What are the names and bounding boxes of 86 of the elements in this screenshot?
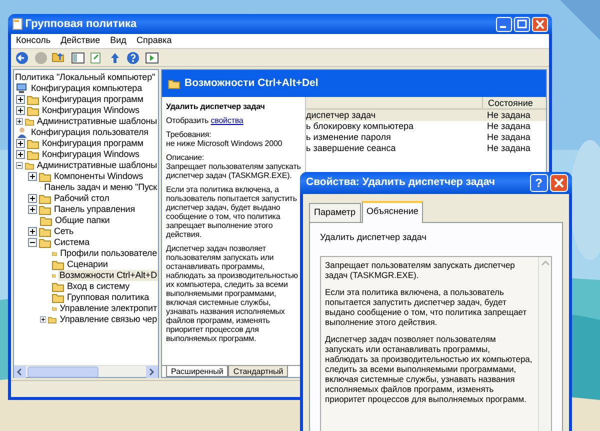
panel-title: Возможности Ctrl+Alt+Del xyxy=(184,76,318,91)
policy-name: Удалить диспетчер задач xyxy=(320,230,428,244)
description-text: Если эта политика включена, а пользователь попытается запустить диспетчер задач, будет выдано сообщение о том, что политика запрещает выполнение этого действия. xyxy=(166,185,298,239)
view-tab[interactable]: Стандартный xyxy=(228,366,288,377)
back-icon[interactable] xyxy=(15,50,29,64)
expand-icon[interactable] xyxy=(16,139,25,148)
policy-state: Не задана xyxy=(486,132,532,143)
tree-item[interactable]: Конфигурация пользователя xyxy=(30,127,150,138)
list-row[interactable]: ь изменение пароля Не задана xyxy=(306,132,546,143)
dialog-tab[interactable]: Объяснение xyxy=(362,201,424,222)
list-row[interactable]: диспетчер задач Не задана xyxy=(306,110,546,121)
properties-link[interactable]: свойства xyxy=(210,116,244,125)
expand-icon[interactable] xyxy=(16,106,25,115)
expand-icon[interactable] xyxy=(28,205,37,214)
policy-name: ь завершение сеанса xyxy=(306,143,397,154)
explanation-text: Если эта политика включена, а пользователь попытается запустить диспетчер задач, будет выдано сообщение о том, что политика запрещает выполнение этого действия. xyxy=(325,287,528,327)
maximize-icon[interactable] xyxy=(514,16,530,32)
tree-item[interactable]: Вход в систему xyxy=(66,281,131,292)
close-icon[interactable] xyxy=(550,174,568,192)
explanation-text: Диспетчер задач позволяет пользователям запускать или останавливать программы, наблюдать за производительностью их компьютера, следить за всеми выполняемыми программами, включая системные службы, узнавать названия исполняемых файлов программ, изменять приоритет процессов для выполняемых программ. xyxy=(325,334,534,404)
tree-item[interactable]: Возможности Ctrl+Alt+D xyxy=(58,270,158,281)
tree-item[interactable]: Административные шаблоны xyxy=(36,160,158,171)
tree-item[interactable]: Панель управления xyxy=(53,204,136,215)
window-title: Групповая политика xyxy=(25,16,138,32)
tree-item[interactable]: Система xyxy=(53,237,91,248)
view-tab[interactable]: Расширенный xyxy=(166,366,228,377)
tree-item[interactable]: Конфигурация программ xyxy=(41,94,144,105)
column-header[interactable]: Состояние xyxy=(482,97,546,108)
description-text: Запрещает пользователям запускать диспетчер задач (TASKMGR.EXE). xyxy=(166,162,302,180)
tree-item[interactable]: Конфигурация Windows xyxy=(41,105,140,116)
tree-item[interactable]: Политика "Локальный компьютер" xyxy=(14,72,156,83)
list-row[interactable]: ь блокировку компьютера Не задана xyxy=(306,121,546,132)
tree-item[interactable]: Панель задач и меню "Пуск xyxy=(43,182,158,193)
policy-state: Не задана xyxy=(486,121,532,132)
expand-icon[interactable] xyxy=(28,172,37,181)
tree-item[interactable]: Общие папки xyxy=(54,215,111,226)
expand-icon[interactable] xyxy=(16,95,25,104)
policy-state: Не задана xyxy=(486,143,532,154)
description-text: Диспетчер задач позволяет пользователям запускать или останавливать программы, наблюдать за производительностью их компьютера, следить за всеми выполняемыми программами, включая системные службы, узнавать названия исполняемых файлов программ, изменять приоритет процессов для выполняемых программ. xyxy=(166,244,299,343)
menu-item[interactable]: Вид xyxy=(105,34,132,48)
tree-item[interactable]: Сеть xyxy=(53,226,75,237)
expand-icon[interactable] xyxy=(28,194,37,203)
folder-icon xyxy=(168,78,180,89)
panel-icon[interactable] xyxy=(70,50,84,64)
help-icon[interactable] xyxy=(126,50,140,64)
tree-item[interactable]: Компоненты Windows xyxy=(53,171,144,182)
tree-item[interactable]: Профили пользователе xyxy=(59,248,158,259)
panel-toggle-icon[interactable] xyxy=(144,50,158,64)
menu-item[interactable]: Действие xyxy=(56,34,106,48)
list-row[interactable]: ь завершение сеанса Не задана xyxy=(306,143,546,154)
explanation-field[interactable] xyxy=(320,256,552,431)
tree-item[interactable]: Групповая политика xyxy=(66,292,150,303)
properties-text: Отобразить свойства xyxy=(166,116,244,125)
menu-item[interactable]: Консоль xyxy=(11,34,56,48)
horizontal-scrollbar[interactable] xyxy=(14,365,158,377)
policy-name: ь изменение пароля xyxy=(306,132,392,143)
policy-state: Не задана xyxy=(486,110,532,121)
tree-item[interactable]: Управление связью чер xyxy=(58,314,158,325)
tree-item[interactable]: Конфигурация Windows xyxy=(41,149,140,160)
requirements-text: Требования: не ниже Microsoft Windows 2000 xyxy=(166,130,284,148)
expand-icon[interactable] xyxy=(40,315,46,324)
app-icon xyxy=(12,18,23,30)
description-label: Описание: xyxy=(166,153,206,162)
tree-item[interactable]: Конфигурация программ xyxy=(41,138,144,149)
dialog-tab[interactable]: Параметр xyxy=(309,203,361,222)
expand-icon[interactable] xyxy=(16,117,23,126)
policy-name: диспетчер задач xyxy=(306,110,377,121)
minimize-icon[interactable] xyxy=(496,16,512,32)
close-icon[interactable] xyxy=(532,16,548,32)
dialog-title: Свойства: Удалить диспетчер задач xyxy=(306,175,496,190)
collapse-icon[interactable] xyxy=(16,161,23,170)
tree-item[interactable]: Рабочий стол xyxy=(53,193,110,204)
policy-title: Удалить диспетчер задач xyxy=(166,102,266,111)
folder-up-icon[interactable] xyxy=(52,50,66,64)
expand-icon[interactable] xyxy=(16,150,25,159)
export-icon[interactable] xyxy=(89,50,103,64)
collapse-icon[interactable] xyxy=(28,238,37,247)
tree-item[interactable]: Конфигурация компьютера xyxy=(30,83,143,94)
help-button[interactable]: ? xyxy=(530,174,548,192)
explanation-text: Запрещает пользователям запускать диспетчер задач (TASKMGR.EXE). xyxy=(325,260,516,280)
policy-name: ь блокировку компьютера xyxy=(306,121,414,132)
expand-icon[interactable] xyxy=(28,227,37,236)
menu-item[interactable]: Справка xyxy=(131,34,177,48)
tree-item[interactable]: Сценарии xyxy=(66,259,109,270)
tree-item[interactable]: Административные шаблоны xyxy=(36,116,158,127)
tree-item[interactable]: Управление электропит xyxy=(58,303,158,314)
